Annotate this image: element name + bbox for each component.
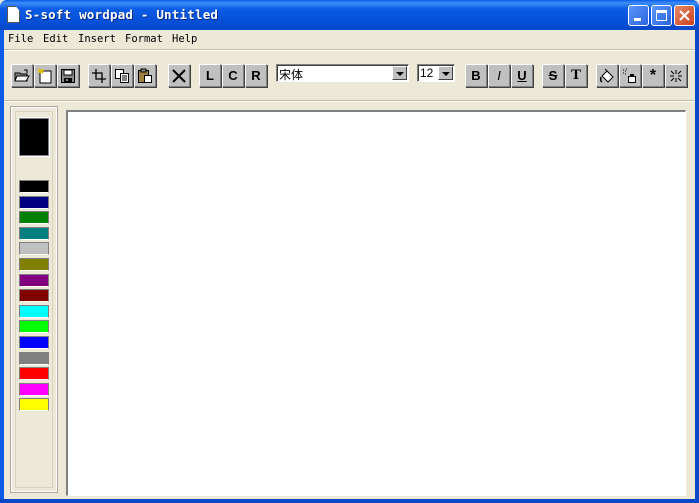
open-button[interactable] — [11, 64, 33, 87]
font-name-value: 宋体 — [279, 68, 304, 82]
minimize-button[interactable] — [628, 5, 649, 26]
color-swatch[interactable] — [19, 367, 49, 381]
crop-icon — [91, 68, 107, 84]
color-swatch[interactable] — [19, 320, 49, 334]
menu-insert[interactable]: Insert — [78, 33, 116, 45]
chevron-down-icon[interactable] — [392, 66, 407, 80]
spray-icon — [622, 68, 638, 84]
color-swatch[interactable] — [19, 351, 49, 365]
spray-button[interactable] — [619, 64, 641, 87]
asterisk-button[interactable]: * — [642, 64, 664, 87]
window-frame-right — [695, 30, 699, 503]
color-swatch[interactable] — [19, 258, 49, 271]
open-folder-icon — [14, 69, 30, 83]
new-button[interactable] — [34, 64, 56, 87]
italic-button[interactable]: I — [488, 64, 510, 87]
paste-button[interactable] — [134, 64, 156, 87]
color-swatch[interactable] — [19, 398, 49, 412]
close-button[interactable] — [674, 5, 695, 26]
color-swatch[interactable] — [19, 180, 49, 193]
window-frame-bottom — [0, 499, 699, 503]
color-swatch[interactable] — [19, 336, 49, 349]
color-swatch[interactable] — [19, 242, 49, 256]
color-swatch[interactable] — [19, 195, 49, 209]
delete-x-icon — [171, 68, 187, 84]
cut-button[interactable] — [88, 64, 110, 87]
menu-help[interactable]: Help — [172, 33, 197, 45]
strikeout-button[interactable]: S — [542, 64, 564, 87]
color-swatch[interactable] — [19, 304, 49, 318]
menu-format[interactable]: Format — [125, 33, 163, 45]
color-palette — [10, 106, 58, 493]
color-swatch[interactable] — [19, 382, 49, 396]
font-size-select[interactable]: 12 — [417, 64, 455, 82]
new-document-icon — [37, 67, 53, 84]
window-title: S-soft wordpad - Untitled — [25, 7, 219, 22]
document-editor[interactable] — [66, 110, 686, 496]
menu-file[interactable]: File — [8, 33, 33, 45]
delete-button[interactable] — [168, 64, 190, 87]
color-swatch[interactable] — [19, 226, 49, 240]
text-button[interactable]: T — [565, 64, 587, 87]
fill-color-button[interactable] — [596, 64, 618, 87]
app-window: S-soft wordpad - Untitled File Edit Inse… — [0, 0, 699, 503]
align-right-button[interactable]: R — [245, 64, 267, 87]
paint-bucket-icon — [599, 68, 615, 84]
document-icon — [7, 6, 20, 23]
current-color — [19, 118, 49, 156]
toolbar: L C R 宋体 12 B I U S T * — [4, 51, 695, 101]
align-center-button[interactable]: C — [222, 64, 244, 87]
bold-button[interactable]: B — [465, 64, 487, 87]
menu-edit[interactable]: Edit — [43, 33, 68, 45]
font-size-value: 12 — [420, 66, 434, 80]
align-left-button[interactable]: L — [199, 64, 221, 87]
sparkle-button[interactable] — [665, 64, 687, 87]
copy-icon — [114, 68, 130, 84]
maximize-button[interactable] — [651, 5, 672, 26]
save-button[interactable] — [57, 64, 79, 87]
save-disk-icon — [60, 68, 76, 84]
color-swatch[interactable] — [19, 289, 49, 303]
underline-button[interactable]: U — [511, 64, 533, 87]
color-swatch[interactable] — [19, 273, 49, 287]
color-swatch[interactable] — [19, 211, 49, 225]
chevron-down-icon[interactable] — [438, 66, 453, 80]
menu-bar: File Edit Insert Format Help — [4, 30, 695, 48]
client-area: File Edit Insert Format Help L C R 宋体 12… — [4, 30, 695, 499]
sparkle-icon — [668, 68, 684, 84]
title-bar[interactable]: S-soft wordpad - Untitled — [0, 0, 699, 30]
font-name-select[interactable]: 宋体 — [276, 64, 409, 82]
copy-button[interactable] — [111, 64, 133, 87]
toolbar-separator — [4, 100, 695, 102]
paste-clipboard-icon — [137, 68, 153, 84]
